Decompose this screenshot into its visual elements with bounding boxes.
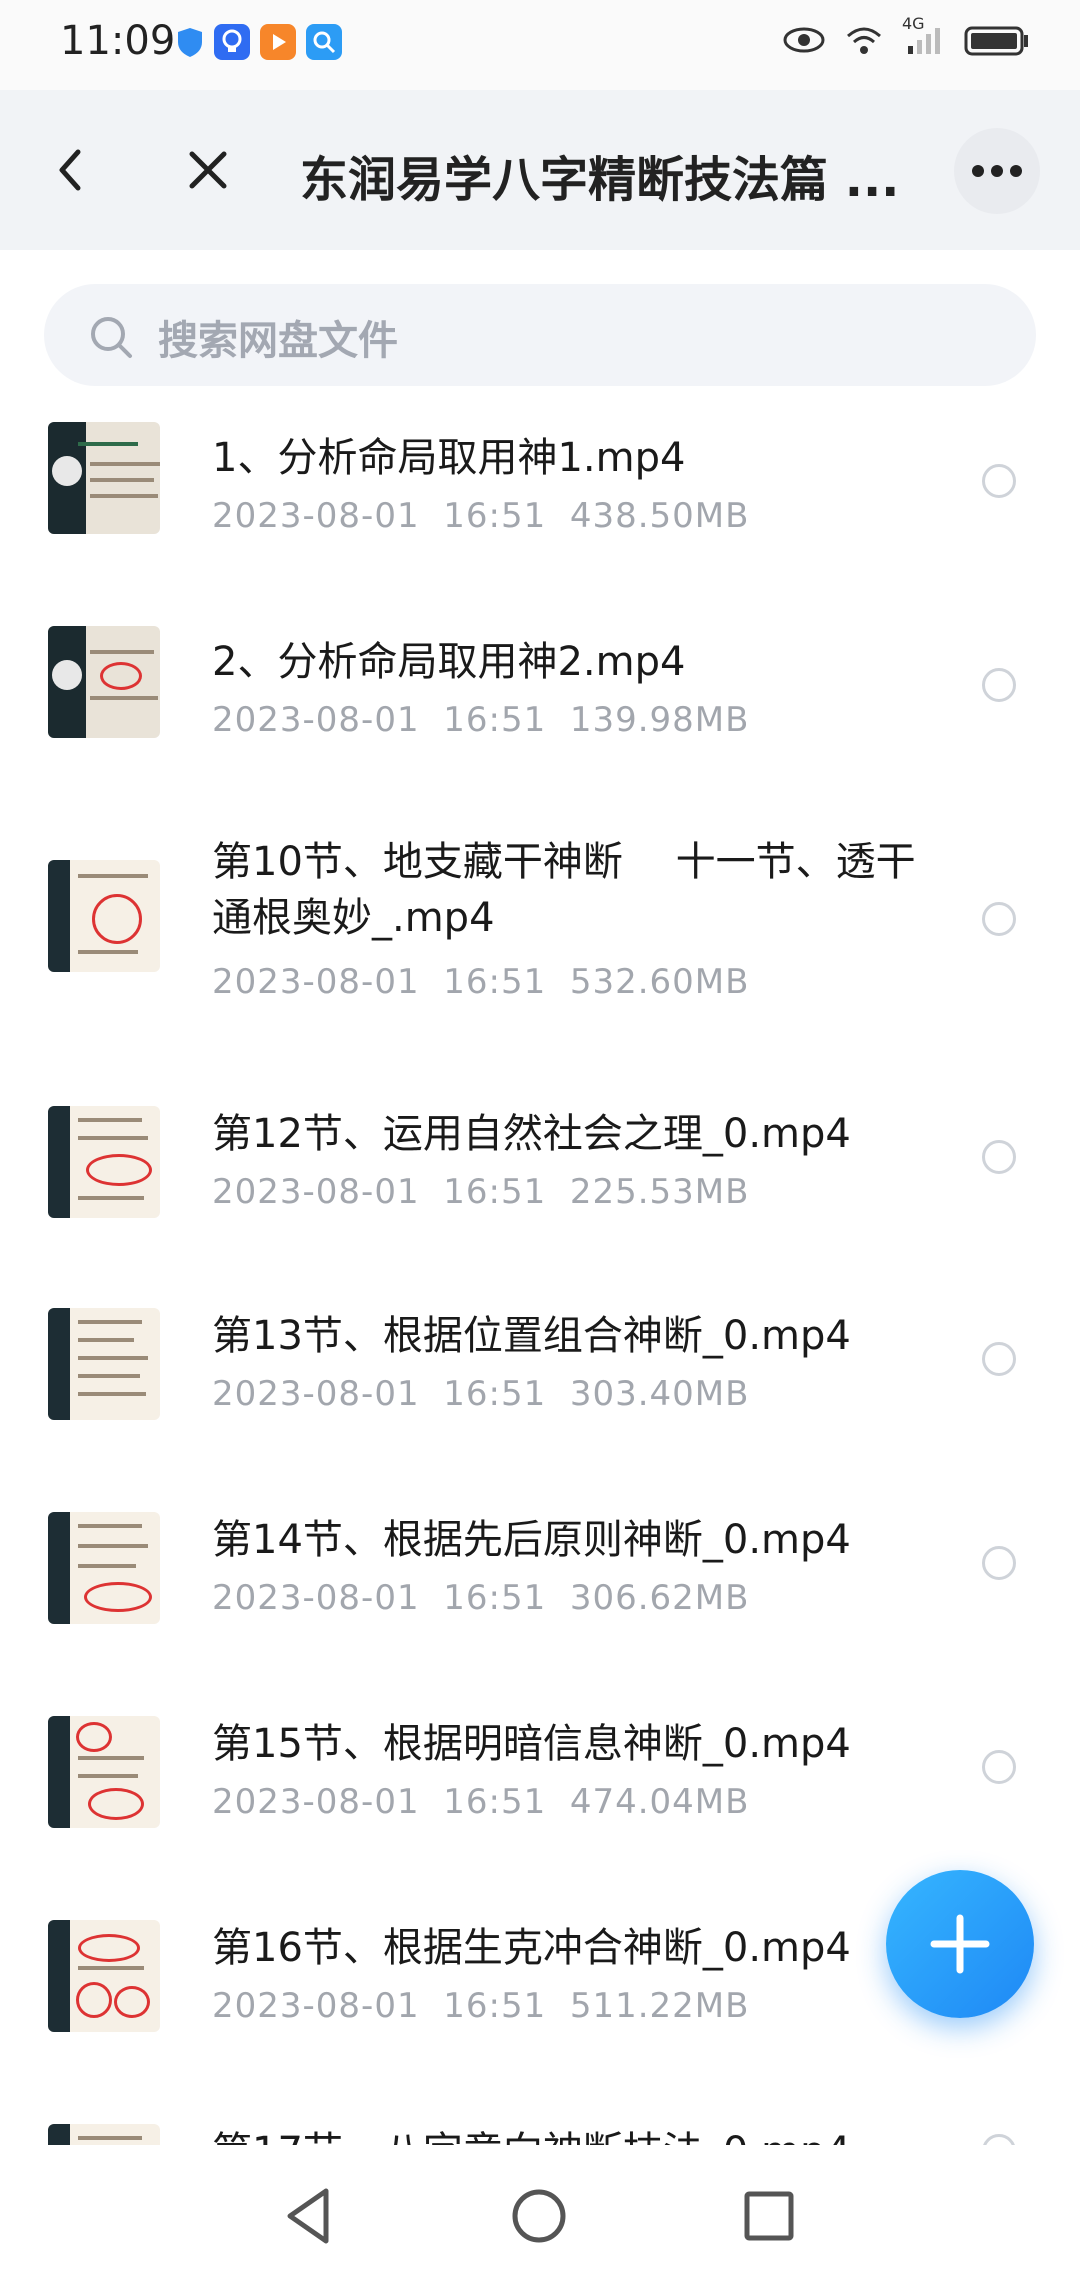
select-checkbox[interactable] <box>982 464 1016 498</box>
list-item[interactable]: 2、分析命局取用神2.mp4 2023-08-01 16:51 139.98MB <box>0 604 1080 804</box>
play-app-icon <box>260 24 296 60</box>
select-checkbox[interactable] <box>982 902 1016 936</box>
file-name: 1、分析命局取用神1.mp4 <box>212 435 686 481</box>
lightbulb-app-icon <box>214 24 250 60</box>
file-size: 438.50MB <box>569 496 750 536</box>
video-thumbnail <box>48 1512 160 1624</box>
select-checkbox[interactable] <box>982 1140 1016 1174</box>
video-thumbnail <box>48 1716 160 1828</box>
list-item[interactable]: 第13节、根据位置组合神断_0.mp4 2023-08-01 16:51 303… <box>0 1272 1080 1472</box>
search-placeholder: 搜索网盘文件 <box>158 318 398 364</box>
video-thumbnail <box>48 860 160 972</box>
more-options-button[interactable] <box>954 128 1040 214</box>
back-button[interactable] <box>30 130 110 210</box>
list-item[interactable]: 第17节、八字意向神断技法_0.mp4 <box>0 2088 1080 2145</box>
file-meta: 2023-08-01 16:51 306.62MB <box>212 1578 749 1618</box>
system-nav-bar <box>0 2145 1080 2280</box>
eye-icon <box>782 22 826 62</box>
file-name: 第10节、地支藏干神断 十一节、透干通根奥妙_.mp4 <box>212 839 916 941</box>
file-size: 474.04MB <box>569 1782 750 1822</box>
search-input[interactable]: 搜索网盘文件 <box>44 284 1036 386</box>
shield-icon <box>172 24 208 60</box>
file-name: 第15节、根据明暗信息神断_0.mp4 <box>212 1721 851 1767</box>
file-size: 139.98MB <box>569 700 750 740</box>
file-time: 16:51 <box>443 1782 547 1822</box>
nav-home-icon <box>512 2189 566 2243</box>
add-button[interactable] <box>886 1870 1034 2018</box>
list-item[interactable]: 1、分析命局取用神1.mp4 2023-08-01 16:51 438.50MB <box>0 400 1080 600</box>
file-date: 2023-08-01 <box>212 962 420 1002</box>
file-name: 第17节、八字意向神断技法_0.mp4 <box>212 2124 932 2145</box>
file-date: 2023-08-01 <box>212 1782 420 1822</box>
video-thumbnail <box>48 1308 160 1420</box>
header-bar: 东润易学八字精断技法篇 ... <box>0 90 1080 250</box>
file-meta: 2023-08-01 16:51 225.53MB <box>212 1172 749 1212</box>
list-item[interactable]: 第10节、地支藏干神断 十一节、透干通根奥妙_.mp4 2023-08-01 1… <box>0 808 1080 1068</box>
nav-recents-icon <box>744 2191 794 2241</box>
file-time: 16:51 <box>443 1374 547 1414</box>
file-meta: 2023-08-01 16:51 474.04MB <box>212 1782 749 1822</box>
list-item[interactable]: 第12节、运用自然社会之理_0.mp4 2023-08-01 16:51 225… <box>0 1068 1080 1268</box>
nav-recents-button[interactable] <box>736 2183 802 2249</box>
battery-icon <box>964 22 1030 62</box>
page-title: 东润易学八字精断技法篇 ... <box>300 152 900 208</box>
video-thumbnail <box>48 422 160 534</box>
file-time: 16:51 <box>443 700 547 740</box>
file-time: 16:51 <box>443 1578 547 1618</box>
file-date: 2023-08-01 <box>212 1578 420 1618</box>
file-name: 第14节、根据先后原则神断_0.mp4 <box>212 1517 851 1563</box>
file-time: 16:51 <box>443 962 547 1002</box>
select-checkbox[interactable] <box>982 1342 1016 1376</box>
nav-back-button[interactable] <box>276 2183 342 2249</box>
file-name: 第12节、运用自然社会之理_0.mp4 <box>212 1111 851 1157</box>
select-checkbox[interactable] <box>982 1546 1016 1580</box>
close-icon <box>189 151 227 189</box>
file-date: 2023-08-01 <box>212 1172 420 1212</box>
select-checkbox[interactable] <box>982 668 1016 702</box>
select-checkbox[interactable] <box>982 1750 1016 1784</box>
file-meta: 2023-08-01 16:51 303.40MB <box>212 1374 749 1414</box>
file-meta: 2023-08-01 16:51 511.22MB <box>212 1986 749 2026</box>
plus-icon <box>930 1914 990 1974</box>
file-size: 511.22MB <box>569 1986 750 2026</box>
wifi-icon <box>844 22 884 62</box>
file-time: 16:51 <box>443 1172 547 1212</box>
status-time: 11:09 <box>60 18 176 64</box>
file-meta: 2023-08-01 16:51 139.98MB <box>212 700 749 740</box>
list-item[interactable]: 第14节、根据先后原则神断_0.mp4 2023-08-01 16:51 306… <box>0 1476 1080 1676</box>
more-dots-icon <box>972 165 1022 177</box>
video-thumbnail <box>48 1106 160 1218</box>
file-name: 2、分析命局取用神2.mp4 <box>212 639 686 685</box>
file-date: 2023-08-01 <box>212 1986 420 2026</box>
signal-4g-icon: 4G <box>902 14 946 62</box>
search-app-icon <box>306 24 342 60</box>
file-size: 306.62MB <box>569 1578 750 1618</box>
file-name: 第16节、根据生克冲合神断_0.mp4 <box>212 1925 851 1971</box>
video-thumbnail <box>48 1920 160 2032</box>
video-thumbnail <box>48 2124 160 2145</box>
file-size: 225.53MB <box>569 1172 750 1212</box>
close-button[interactable] <box>168 130 248 210</box>
network-type: 4G <box>902 14 925 33</box>
nav-back-icon <box>287 2188 329 2244</box>
file-meta: 2023-08-01 16:51 532.60MB <box>212 962 749 1002</box>
file-time: 16:51 <box>443 496 547 536</box>
file-date: 2023-08-01 <box>212 496 420 536</box>
file-date: 2023-08-01 <box>212 700 420 740</box>
file-date: 2023-08-01 <box>212 1374 420 1414</box>
list-item[interactable]: 第15节、根据明暗信息神断_0.mp4 2023-08-01 16:51 474… <box>0 1680 1080 1880</box>
nav-home-button[interactable] <box>506 2183 572 2249</box>
file-meta: 2023-08-01 16:51 438.50MB <box>212 496 749 536</box>
video-thumbnail <box>48 626 160 738</box>
status-bar: 11:09 4G <box>0 0 1080 90</box>
select-checkbox[interactable] <box>982 2134 1016 2145</box>
file-size: 532.60MB <box>569 962 750 1002</box>
file-name: 第13节、根据位置组合神断_0.mp4 <box>212 1313 851 1359</box>
file-size: 303.40MB <box>569 1374 750 1414</box>
search-icon <box>88 314 134 364</box>
file-time: 16:51 <box>443 1986 547 2026</box>
back-chevron-icon <box>59 149 81 191</box>
